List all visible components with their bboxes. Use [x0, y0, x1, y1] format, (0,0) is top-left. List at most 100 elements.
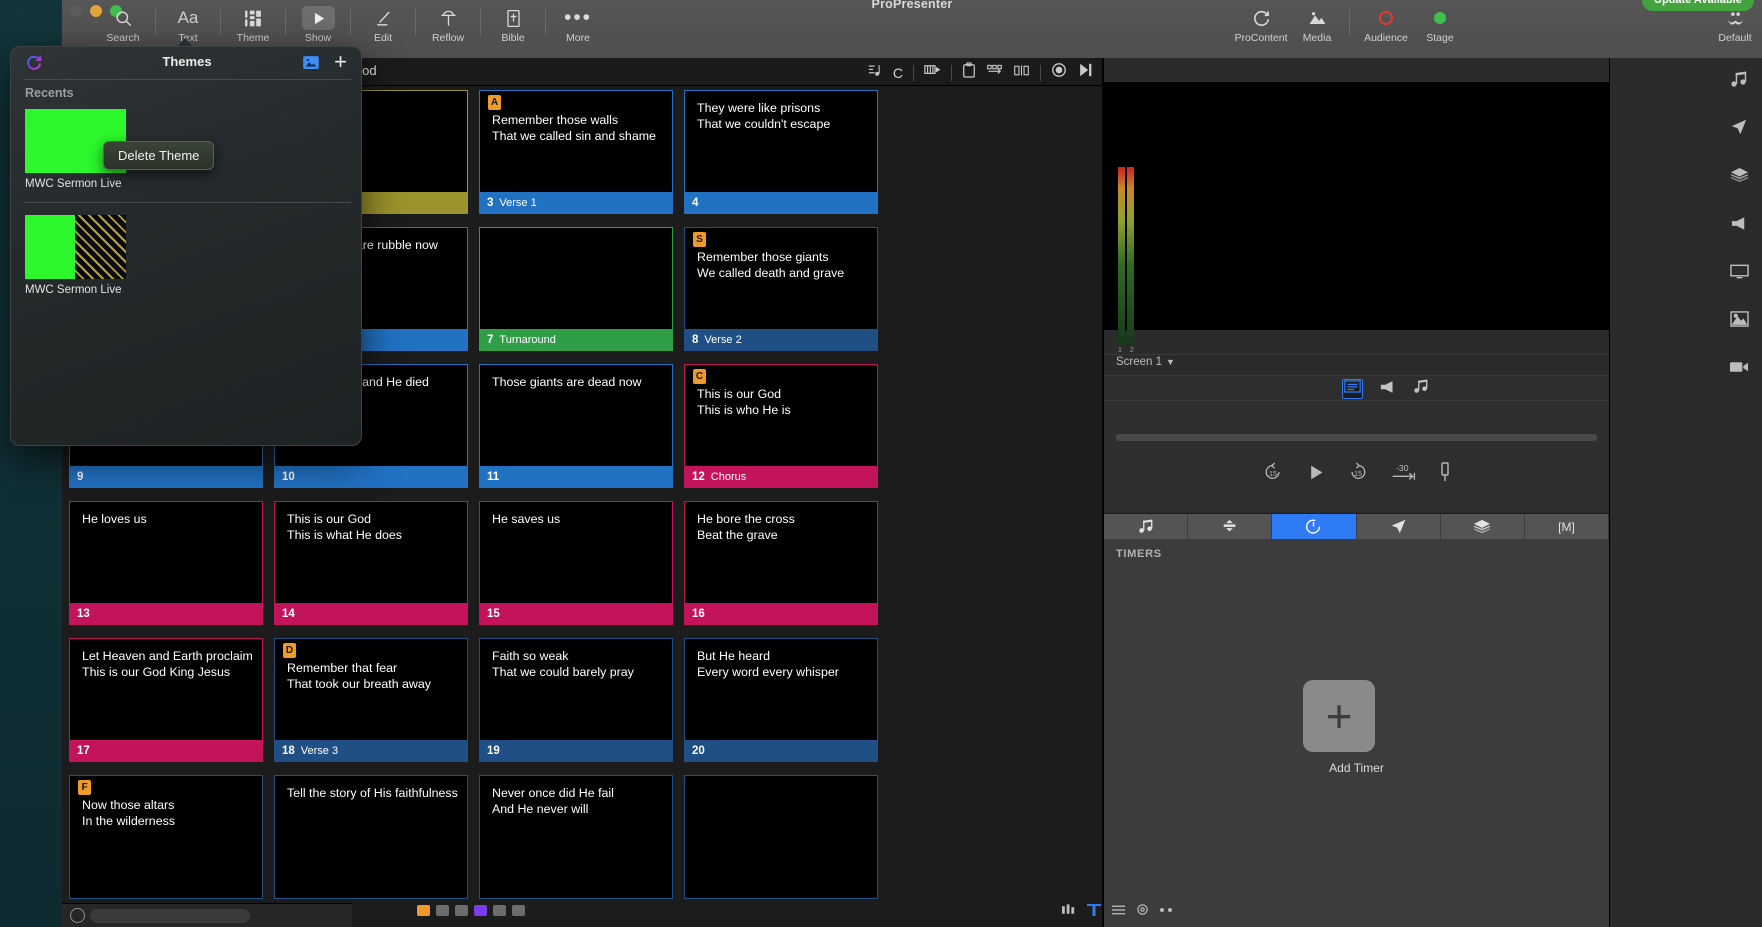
theme-card-all[interactable]: MWC Sermon Live [25, 215, 126, 296]
toolbar-theme-button[interactable]: Theme [228, 6, 278, 44]
tab-timers[interactable] [1272, 514, 1357, 539]
slide-thumbnail[interactable]: C This is our God This is who He is 12 Choru… [684, 364, 878, 488]
rail-announce-megaphone-icon[interactable] [1722, 206, 1756, 240]
slide-label-bar[interactable]: 7 Turnaround [480, 329, 672, 350]
toolbar-bible-button[interactable]: Bible [488, 6, 538, 44]
slide-thumbnail[interactable] [684, 775, 878, 899]
settings-gear-icon[interactable] [1136, 903, 1149, 921]
search-input[interactable] [90, 909, 250, 923]
slide-label-bar[interactable]: 20 [685, 740, 877, 761]
rail-send-arrow-icon[interactable] [1722, 110, 1756, 144]
slide-thumbnail[interactable]: Tell the story of His faithfulness [274, 775, 468, 899]
clipboard-icon[interactable] [962, 62, 976, 83]
minus-30-to-end-icon[interactable]: -30 [1391, 461, 1417, 488]
list-view-icon[interactable] [1111, 903, 1126, 921]
transport-progress-bar[interactable] [1116, 434, 1597, 441]
slide-label-color-swatches[interactable] [417, 905, 525, 916]
swatch-orange[interactable] [417, 905, 430, 916]
swatch-gray-3[interactable] [493, 905, 506, 916]
rail-stage-screen-icon[interactable] [1722, 254, 1756, 288]
slide-label-bar[interactable]: 9 [70, 466, 262, 487]
rail-audio-note-icon[interactable] [1722, 62, 1756, 96]
transpose-icon[interactable] [924, 63, 941, 82]
toolbar-audience-button[interactable]: Audience [1357, 6, 1415, 44]
record-icon[interactable] [1051, 62, 1067, 83]
music-key-icon[interactable] [868, 63, 883, 83]
slide-thumbnail[interactable]: Faith so weak That we could barely pray 19 [479, 638, 673, 762]
toolbar-reflow-button[interactable]: Reflow [423, 6, 473, 44]
tab-props[interactable] [1188, 514, 1273, 539]
slide-thumbnail[interactable]: This is our God This is what He does 14 [274, 501, 468, 625]
slide-label-bar[interactable]: 12 Chorus [685, 466, 877, 487]
slide-thumbnail[interactable]: F Now those altars In the wilderness [69, 775, 263, 899]
toolbar-search-button[interactable]: Search [98, 6, 148, 44]
slide-thumbnail[interactable]: Let Heaven and Earth proclaim This is our… [69, 638, 263, 762]
slide-label-bar[interactable]: 17 [70, 740, 262, 761]
marker-icon[interactable] [1439, 461, 1451, 488]
key-label[interactable]: C [893, 65, 903, 81]
forward-15-icon[interactable]: 15 [1347, 461, 1369, 488]
toolbar-edit-button[interactable]: Edit [358, 6, 408, 44]
slide-thumbnail[interactable]: He loves us 13 [69, 501, 263, 625]
slide-thumbnail[interactable]: They were like prisons That we couldn't e… [684, 90, 878, 214]
screen-selector-bar[interactable]: Screen 1 ▼ [1104, 354, 1609, 374]
toolbar-text-button[interactable]: Aa Text [163, 6, 213, 44]
tab-messages[interactable] [1356, 514, 1441, 539]
slide-split-icon[interactable] [1013, 63, 1030, 83]
theme-thumbnail[interactable] [25, 215, 126, 279]
slide-arrange-icon[interactable] [986, 63, 1003, 83]
slide-thumbnail[interactable]: A Remember those walls That we called sin … [479, 90, 673, 214]
toolbar-show-button[interactable]: Show [293, 6, 343, 44]
slide-label-bar[interactable]: 15 [480, 603, 672, 624]
library-search-bar[interactable] [62, 903, 352, 927]
toolbar-default-button[interactable]: Default [1710, 6, 1760, 44]
slide-thumbnail[interactable]: Those giants are dead now 11 [479, 364, 673, 488]
add-theme-button[interactable]: + [334, 49, 347, 75]
add-timer-button[interactable]: + [1303, 680, 1375, 752]
announcement-mode-icon[interactable] [1379, 380, 1397, 399]
rail-layers-icon[interactable] [1722, 158, 1756, 192]
grid-size-icon[interactable] [1062, 903, 1077, 921]
image-thumbnail-icon[interactable] [303, 55, 319, 71]
slide-thumbnail[interactable]: 7 Turnaround [479, 227, 673, 351]
slide-label-bar[interactable]: 13 [70, 603, 262, 624]
tab-audio[interactable] [1104, 514, 1189, 539]
swatch-gray-4[interactable] [512, 905, 525, 916]
themes-popover[interactable]: Themes + Recents MWC Sermon Live MWC Ser… [10, 46, 362, 446]
slide-thumbnail[interactable]: D Remember that fear That took our breath … [274, 638, 468, 762]
slide-thumbnail[interactable]: He saves us 15 [479, 501, 673, 625]
screen-selector[interactable]: Screen 1 ▼ [1116, 356, 1175, 368]
text-size-icon[interactable] [1087, 903, 1101, 921]
rail-video-camera-icon[interactable] [1722, 350, 1756, 384]
slide-thumbnail[interactable]: He bore the cross Beat the grave 16 [684, 501, 878, 625]
rail-media-image-icon[interactable] [1722, 302, 1756, 336]
swatch-gray-2[interactable] [455, 905, 468, 916]
slide-thumbnail[interactable]: But He heard Every word every whisper 20 [684, 638, 878, 762]
tab-macros[interactable]: [M] [1524, 514, 1610, 539]
swatch-purple[interactable] [474, 905, 487, 916]
slide-mode-icon[interactable] [1342, 379, 1363, 399]
slide-label-bar[interactable]: 16 [685, 603, 877, 624]
toolbar-procontent-button[interactable]: ProContent [1230, 6, 1292, 44]
slide-label-bar[interactable]: 4 [685, 192, 877, 213]
slide-label-bar[interactable]: 14 [275, 603, 467, 624]
next-slide-icon[interactable] [1077, 62, 1094, 83]
slide-label-bar[interactable]: 10 [275, 466, 467, 487]
audio-mode-icon[interactable] [1413, 379, 1429, 399]
toolbar-more-button[interactable]: ••• More [553, 6, 603, 44]
toolbar-stage-button[interactable]: Stage [1415, 6, 1465, 44]
slide-label-bar[interactable]: 8 Verse 2 [685, 329, 877, 350]
toolbar-media-button[interactable]: Media [1292, 6, 1342, 44]
slide-label-bar[interactable]: 18 Verse 3 [275, 740, 467, 761]
swatch-gray[interactable] [436, 905, 449, 916]
delete-theme-menu-item[interactable]: Delete Theme [103, 141, 215, 170]
tab-layers[interactable] [1440, 514, 1525, 539]
grid-dots-icon[interactable] [1159, 903, 1173, 921]
slide-label-bar[interactable]: 19 [480, 740, 672, 761]
slide-label-bar[interactable]: 11 [480, 466, 672, 487]
play-icon[interactable] [1306, 463, 1325, 487]
slide-thumbnail[interactable]: S Remember those giants We called death an… [684, 227, 878, 351]
back-15-icon[interactable]: 15 [1262, 461, 1284, 488]
output-preview-area[interactable]: 1 2 [1104, 58, 1609, 354]
output-preview-canvas[interactable]: 1 2 [1104, 82, 1609, 354]
